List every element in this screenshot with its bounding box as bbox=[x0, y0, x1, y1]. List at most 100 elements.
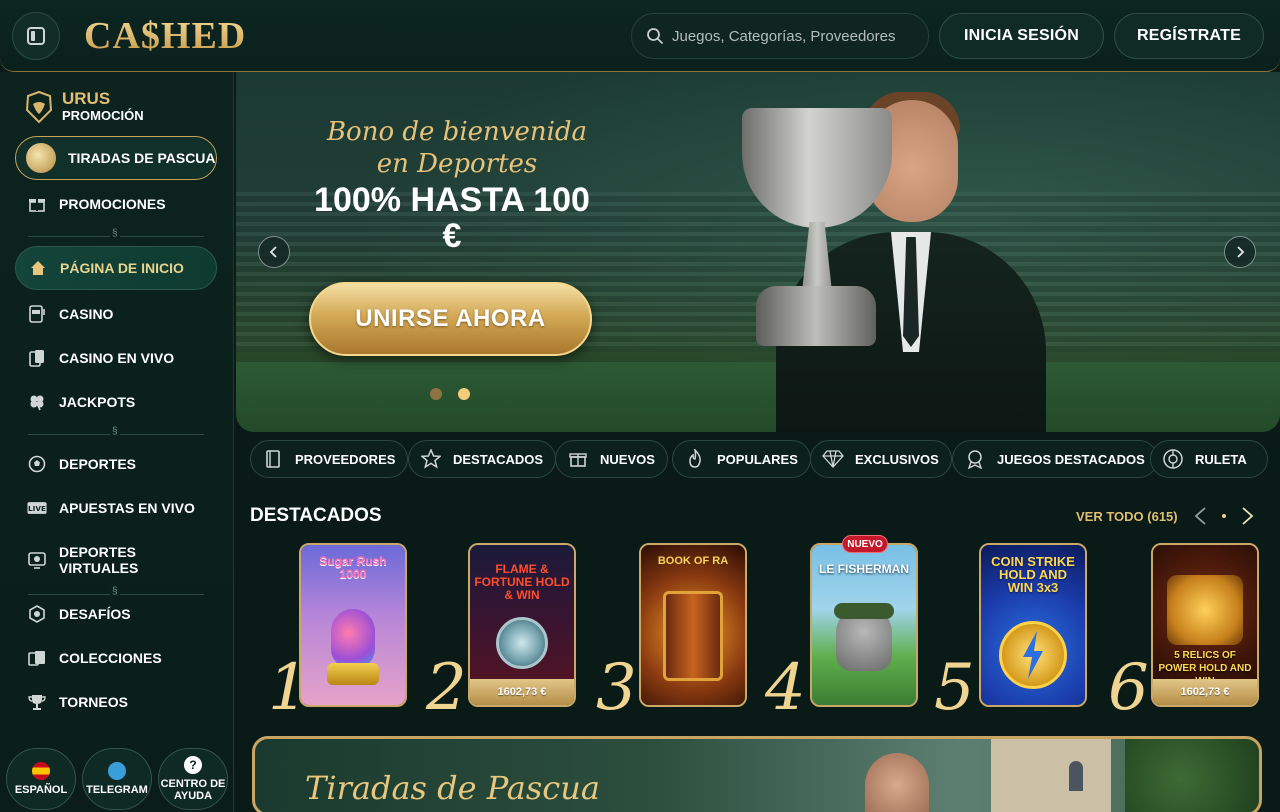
hero-next-button[interactable] bbox=[1224, 236, 1256, 268]
tab-label: PROVEEDORES bbox=[295, 451, 396, 467]
telegram-icon bbox=[108, 762, 126, 780]
tab-label: NUEVOS bbox=[600, 451, 655, 467]
live-badge-icon: LIVE bbox=[27, 498, 47, 518]
rank-number: 3 bbox=[596, 651, 637, 725]
hero-prev-button[interactable] bbox=[258, 236, 290, 268]
tab-featured[interactable]: DESTACADOS bbox=[408, 440, 557, 478]
game-card-coin-strike[interactable]: COIN STRIKE HOLD AND WIN 3x3 bbox=[979, 543, 1087, 707]
game-title: COIN STRIKE HOLD AND WIN 3x3 bbox=[991, 554, 1075, 595]
live-cards-icon bbox=[27, 348, 47, 368]
search-box[interactable] bbox=[631, 13, 929, 59]
trophy-icon bbox=[27, 692, 47, 712]
sidebar-item-label: PÁGINA DE INICIO bbox=[60, 260, 184, 276]
hero-banner[interactable]: Bono de bienvenida en Deportes 100% HAST… bbox=[236, 72, 1280, 432]
easter-promo-banner[interactable]: Tiradas de Pascua bbox=[252, 736, 1262, 812]
tab-label: RULETA bbox=[1195, 451, 1247, 467]
star-icon bbox=[419, 447, 443, 471]
tab-popular[interactable]: POPULARES bbox=[672, 440, 811, 478]
rank-number: 4 bbox=[765, 651, 806, 725]
sidebar-item-label: JACKPOTS bbox=[59, 394, 136, 410]
sidebar-item-casino[interactable]: CASINO bbox=[15, 294, 217, 334]
search-input[interactable] bbox=[672, 27, 912, 45]
help-icon: ? bbox=[184, 756, 202, 774]
register-button[interactable]: REGÍSTRATE bbox=[1114, 13, 1264, 59]
section-title: DESTACADOS bbox=[250, 505, 382, 526]
game-card-le-fisherman[interactable]: LE FISHERMAN bbox=[810, 543, 918, 707]
brand-logo[interactable]: CA$HED bbox=[84, 14, 246, 58]
new-badge: NUEVO bbox=[842, 535, 888, 553]
telegram-button[interactable]: TELEGRAM bbox=[82, 748, 152, 810]
game-card-flame-fortune[interactable]: FLAME & FORTUNE HOLD & WIN 1602,73 € bbox=[468, 543, 576, 707]
medal-icon bbox=[963, 447, 987, 471]
tab-featured-games[interactable]: JUEGOS DESTACADOS bbox=[952, 440, 1158, 478]
sidebar-item-collections[interactable]: COLECCIONES bbox=[15, 638, 217, 678]
tab-new[interactable]: NUEVOS bbox=[555, 440, 668, 478]
trophy-base bbox=[756, 286, 876, 346]
sidebar-item-sports[interactable]: DEPORTES bbox=[15, 444, 217, 484]
rank-number: 5 bbox=[934, 651, 975, 725]
game-art bbox=[641, 545, 745, 705]
sidebar-item-promociones[interactable]: PROMOCIONES bbox=[15, 184, 217, 224]
pitch-background bbox=[236, 362, 1280, 432]
sidebar-item-virtual-sports[interactable]: DEPORTES VIRTUALES bbox=[15, 534, 217, 586]
easter-spins-button[interactable]: TIRADAS DE PASCUA bbox=[15, 136, 217, 180]
join-now-button[interactable]: UNIRSE AHORA bbox=[309, 282, 592, 356]
sidebar-item-tournaments[interactable]: TORNEOS bbox=[15, 682, 217, 722]
help-center-button[interactable]: ? CENTRO DE AYUDA bbox=[158, 748, 228, 810]
spain-flag-icon bbox=[32, 762, 50, 780]
roulette-icon bbox=[1161, 447, 1185, 471]
tab-label: DESTACADOS bbox=[453, 451, 544, 467]
game-card-sugar-rush[interactable]: Sugar Rush 1000 bbox=[299, 543, 407, 707]
gift-icon bbox=[27, 194, 47, 214]
rank-number: 1 bbox=[268, 651, 309, 725]
sidebar-item-live-betting[interactable]: LIVE APUESTAS EN VIVO bbox=[15, 488, 217, 528]
easter-spins-label: TIRADAS DE PASCUA bbox=[68, 150, 216, 166]
carousel-dot bbox=[1222, 514, 1226, 518]
sidebar-item-label: DESAFÍOS bbox=[59, 606, 131, 622]
flame-icon bbox=[683, 447, 707, 471]
game-title: BOOK OF RA bbox=[657, 555, 729, 567]
language-button[interactable]: ESPAÑOL bbox=[6, 748, 76, 810]
game-card-book-of-ra[interactable]: BOOK OF RA bbox=[639, 543, 747, 707]
tab-roulette[interactable]: RULETA bbox=[1150, 440, 1268, 478]
rank-number: 2 bbox=[426, 651, 467, 725]
jackpot-amount: 1602,73 € bbox=[1153, 679, 1257, 705]
hero-slide-dot-active[interactable] bbox=[458, 388, 470, 400]
sidebar-footer: ESPAÑOL TELEGRAM ? CENTRO DE AYUDA bbox=[0, 744, 234, 812]
search-icon bbox=[647, 28, 663, 44]
sidebar-toggle-button[interactable] bbox=[12, 12, 60, 60]
game-card-relics-of-power[interactable]: 5 RELICS OF POWER HOLD AND WIN 1602,73 € bbox=[1151, 543, 1259, 707]
tab-label: JUEGOS DESTACADOS bbox=[997, 451, 1145, 467]
sidebar-item-label: APUESTAS EN VIVO bbox=[59, 500, 195, 516]
soccer-ball-icon bbox=[27, 454, 47, 474]
sidebar-item-label: DEPORTES VIRTUALES bbox=[59, 544, 139, 576]
chevron-right-icon bbox=[1237, 246, 1245, 258]
chevron-right-icon[interactable] bbox=[1234, 504, 1258, 528]
promo-subtitle: PROMOCIÓN bbox=[62, 108, 144, 123]
chevron-left-icon[interactable] bbox=[1190, 504, 1214, 528]
tab-providers[interactable]: PROVEEDORES bbox=[250, 440, 409, 478]
sidebar-item-label: PROMOCIONES bbox=[59, 196, 166, 212]
sidebar-item-jackpots[interactable]: JACKPOTS bbox=[15, 382, 217, 422]
hero-slide-dot[interactable] bbox=[430, 388, 442, 400]
diamond-icon bbox=[821, 447, 845, 471]
sidebar-item-label: TORNEOS bbox=[59, 694, 128, 710]
login-button[interactable]: INICIA SESIÓN bbox=[939, 13, 1104, 59]
promo-model-figure bbox=[865, 753, 929, 812]
slot-machine-icon bbox=[27, 304, 47, 324]
bull-logo-icon bbox=[25, 90, 53, 124]
urus-promotion[interactable]: URUS PROMOCIÓN bbox=[24, 90, 144, 124]
svg-text:LIVE: LIVE bbox=[28, 504, 46, 513]
sidebar-toggle-icon bbox=[27, 27, 45, 45]
view-all-link[interactable]: VER TODO (615) bbox=[1076, 509, 1178, 524]
sidebar-item-challenges[interactable]: DESAFÍOS bbox=[15, 594, 217, 634]
tab-exclusive[interactable]: EXCLUSIVOS bbox=[810, 440, 952, 478]
home-icon bbox=[28, 258, 48, 278]
carousel-nav bbox=[1190, 503, 1258, 529]
telegram-label: TELEGRAM bbox=[86, 784, 148, 796]
clover-icon bbox=[27, 392, 47, 412]
rank-number: 6 bbox=[1108, 651, 1149, 725]
sidebar-item-live-casino[interactable]: CASINO EN VIVO bbox=[15, 338, 217, 378]
chevron-left-icon bbox=[269, 246, 277, 258]
sidebar-item-home[interactable]: PÁGINA DE INICIO bbox=[15, 246, 217, 290]
